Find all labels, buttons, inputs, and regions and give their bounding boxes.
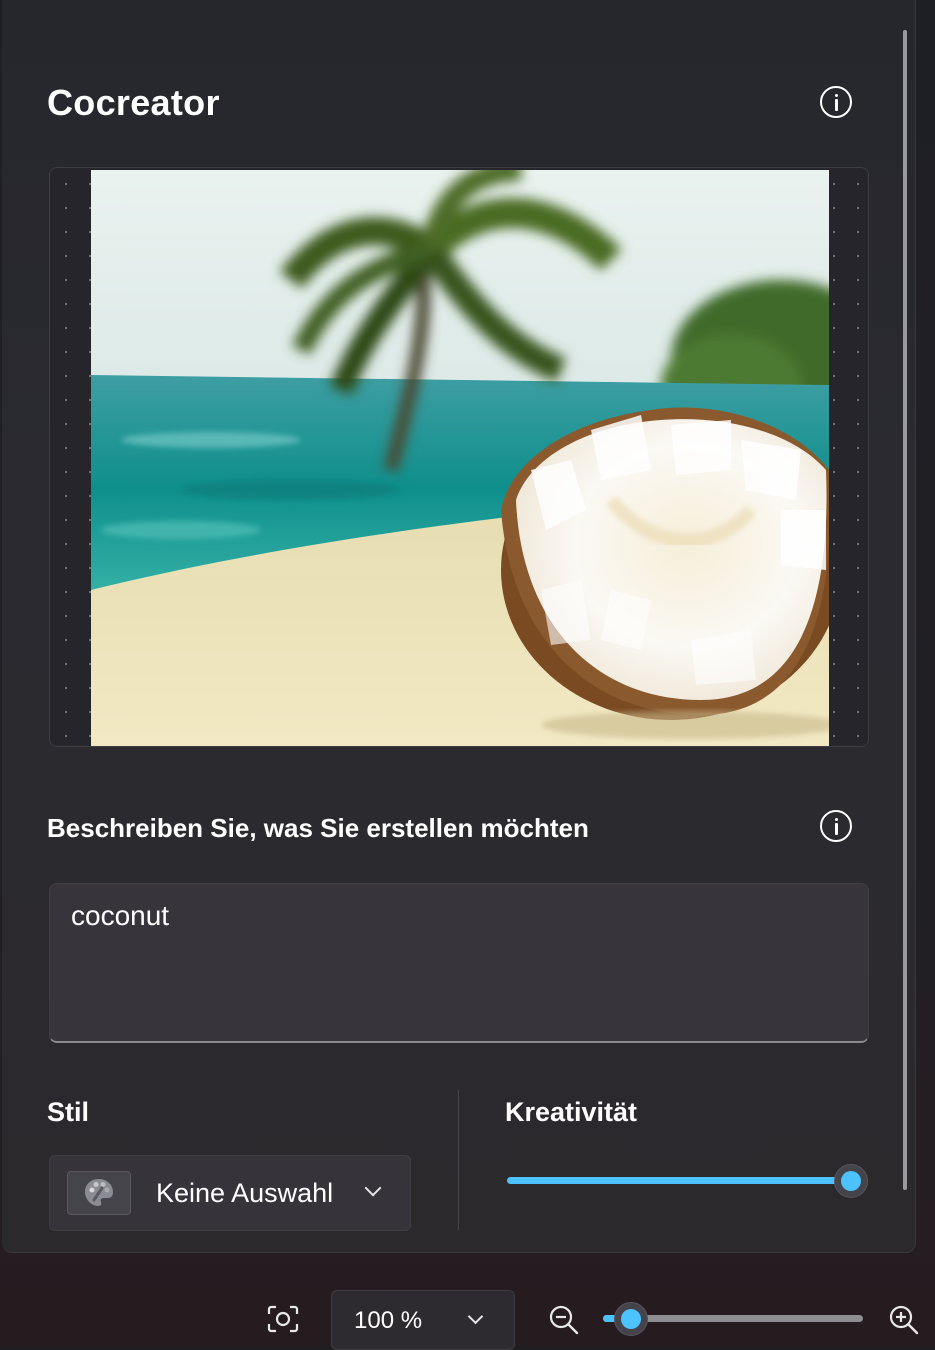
image-canvas[interactable]: [49, 167, 869, 747]
panel-title: Cocreator: [47, 82, 220, 123]
zoom-slider-thumb[interactable]: [614, 1302, 648, 1336]
zoom-level-dropdown[interactable]: 100 %: [331, 1290, 515, 1350]
chevron-down-icon: [364, 1179, 382, 1197]
style-label: Stil: [47, 1097, 90, 1127]
prompt-input[interactable]: coconut: [49, 883, 869, 1043]
focus-frame-icon[interactable]: [267, 1305, 299, 1333]
prompt-text: coconut: [71, 900, 170, 931]
chevron-down-icon: [467, 1308, 484, 1325]
zoom-level-value: 100 %: [354, 1307, 423, 1334]
panel-scrollbar[interactable]: [903, 30, 907, 1190]
zoom-out-icon[interactable]: [548, 1304, 580, 1341]
palette-icon: [67, 1171, 131, 1215]
info-icon[interactable]: [820, 810, 852, 842]
zoom-in-icon[interactable]: [888, 1304, 920, 1341]
style-selected: Keine Auswahl: [156, 1178, 334, 1208]
info-icon[interactable]: [820, 86, 852, 118]
section-divider: [458, 1090, 459, 1230]
creativity-slider-track[interactable]: [507, 1177, 851, 1184]
style-dropdown[interactable]: Keine Auswahl: [49, 1155, 411, 1231]
prompt-label: Beschreiben Sie, was Sie erstellen möcht…: [47, 813, 589, 843]
generated-image: [91, 170, 829, 746]
creativity-label: Kreativität: [505, 1097, 638, 1127]
creativity-slider-thumb[interactable]: [834, 1164, 868, 1198]
